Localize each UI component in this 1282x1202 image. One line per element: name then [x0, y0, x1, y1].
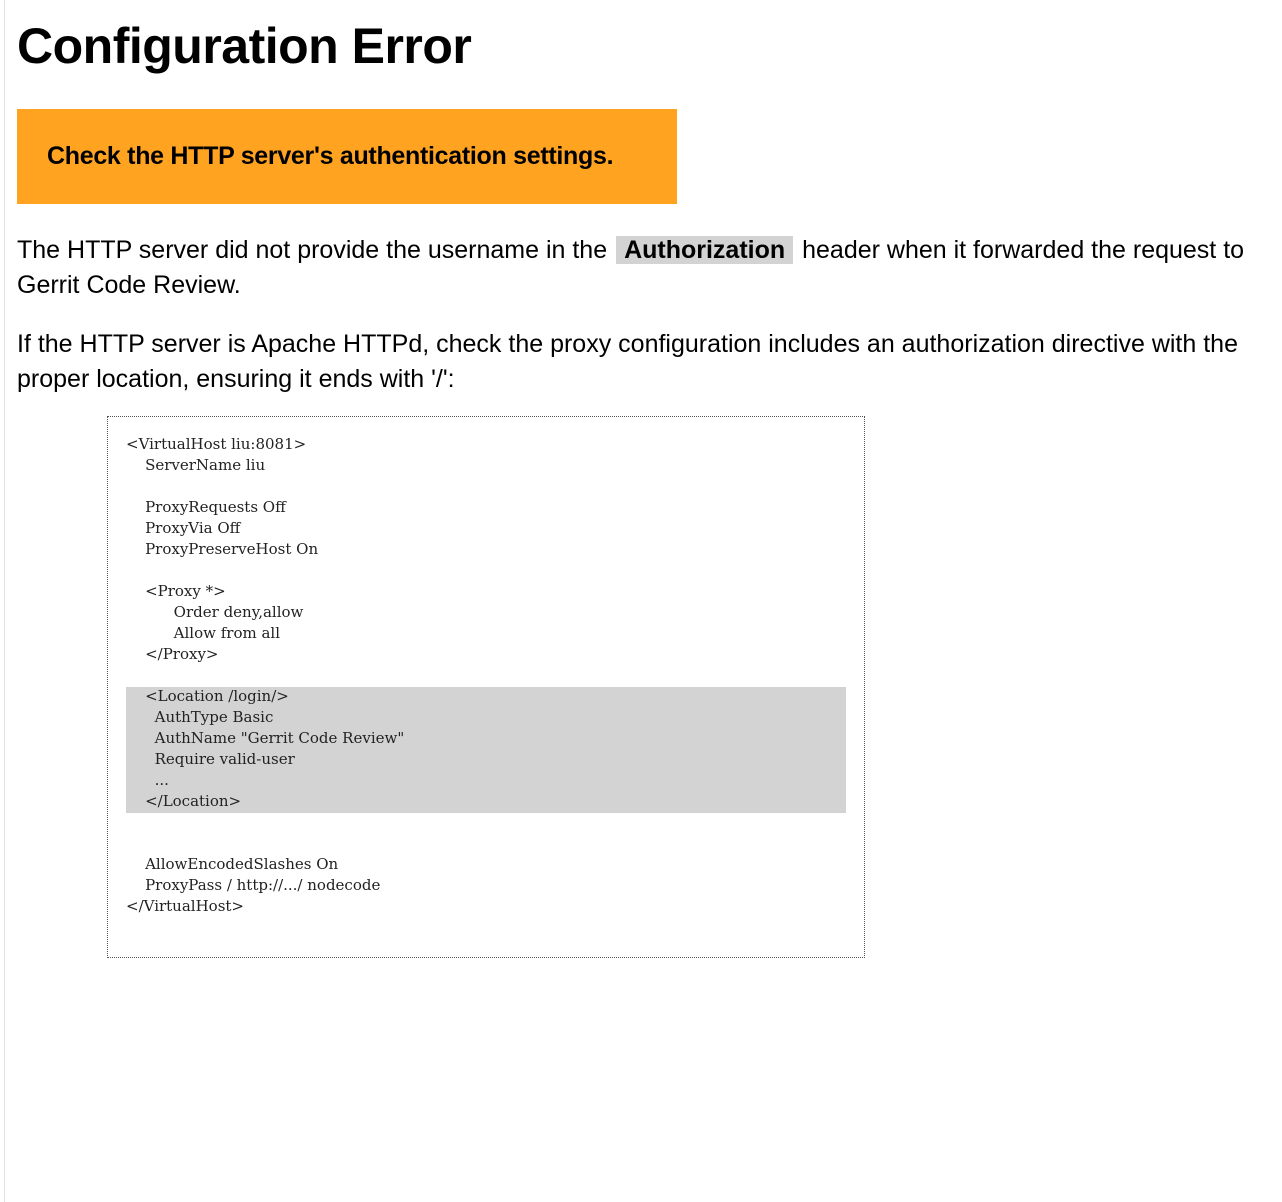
code-line: AllowEncodedSlashes On	[126, 855, 339, 873]
code-line: AuthType Basic	[126, 708, 274, 726]
code-line: </VirtualHost>	[126, 897, 244, 915]
config-code-block: <VirtualHost liu:8081> ServerName liu Pr…	[107, 416, 865, 958]
code-line: ProxyVia Off	[126, 519, 241, 537]
error-page: Configuration Error Check the HTTP serve…	[17, 0, 1267, 958]
code-line: <VirtualHost liu:8081>	[126, 435, 307, 453]
code-line: <Proxy *>	[126, 582, 226, 600]
authorization-header-code: Authorization	[616, 236, 794, 264]
apache-hint-paragraph: If the HTTP server is Apache HTTPd, chec…	[17, 330, 1238, 393]
page-title: Configuration Error	[17, 18, 472, 74]
code-line: ...	[126, 771, 169, 789]
explanation-text-before: The HTTP server did not provide the user…	[17, 236, 615, 264]
left-border	[4, 0, 5, 1202]
code-line: </Proxy>	[126, 645, 219, 663]
code-line: Order deny,allow	[126, 603, 304, 621]
warning-banner: Check the HTTP server's authentication s…	[17, 109, 677, 204]
explanation-paragraph: The HTTP server did not provide the user…	[17, 233, 1267, 303]
code-line: Allow from all	[126, 624, 281, 642]
code-line: <Location /login/>	[126, 687, 289, 705]
code-line: ProxyPass / http://.../ nodecode	[126, 876, 381, 894]
code-line: ServerName liu	[126, 456, 266, 474]
code-line: AuthName "Gerrit Code Review"	[126, 729, 405, 747]
code-line: </Location>	[126, 792, 242, 810]
code-line: ProxyPreserveHost On	[126, 540, 319, 558]
banner-text: Check the HTTP server's authentication s…	[47, 142, 614, 170]
code-line: Require valid-user	[126, 750, 295, 768]
code-line: ProxyRequests Off	[126, 498, 286, 516]
